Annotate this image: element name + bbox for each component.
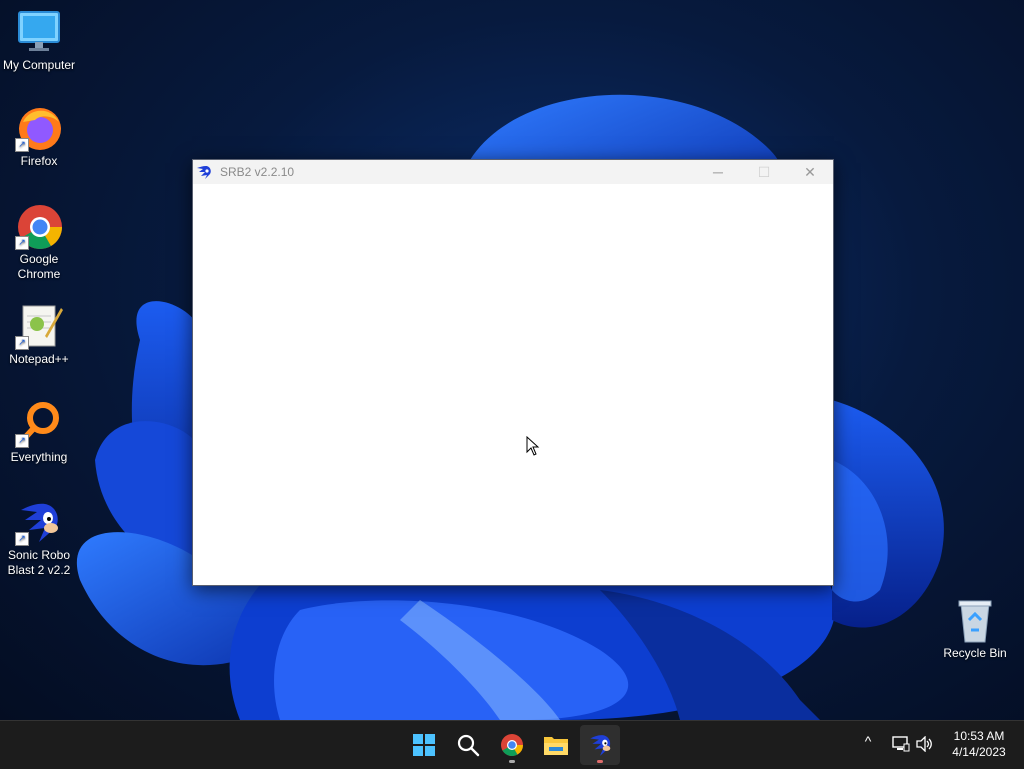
- desktop-icon-label: Recycle Bin: [943, 646, 1007, 660]
- monitor-icon: [15, 8, 63, 56]
- window-title: SRB2 v2.2.10: [220, 165, 295, 179]
- running-indicator: [597, 760, 603, 763]
- desktop-icon-label: Sonic Robo Blast 2 v2.2: [7, 548, 71, 577]
- mouse-cursor-icon: [526, 436, 540, 456]
- desktop-icon-label: Firefox: [20, 154, 58, 168]
- start-icon: [413, 734, 435, 756]
- shortcut-arrow-icon: ↗: [15, 336, 29, 350]
- shortcut-arrow-icon: ↗: [15, 532, 29, 546]
- shortcut-arrow-icon: ↗: [15, 236, 29, 250]
- start-button[interactable]: [404, 725, 444, 765]
- clock-time: 10:53 AM: [953, 729, 1005, 743]
- minimize-button[interactable]: ─: [695, 160, 741, 184]
- desktop-icon-my-computer[interactable]: My Computer: [0, 8, 78, 73]
- notepadpp-icon: ↗: [15, 302, 63, 350]
- show-hidden-icons-button[interactable]: ^: [858, 733, 878, 749]
- sonic-icon: [197, 166, 211, 179]
- everything-icon: ↗: [15, 400, 63, 448]
- sonic-icon: ↗: [15, 498, 63, 546]
- close-button[interactable]: ✕: [787, 160, 833, 184]
- desktop-icon-firefox[interactable]: ↗ Firefox: [0, 104, 78, 169]
- running-indicator: [509, 760, 515, 763]
- volume-icon[interactable]: [916, 736, 934, 752]
- search-button[interactable]: [448, 725, 488, 765]
- desktop-icon-everything[interactable]: ↗ Everything: [0, 400, 78, 465]
- window-client-area[interactable]: [193, 184, 833, 585]
- clock-date: 4/14/2023: [952, 745, 1006, 759]
- desktop-icon-label: Google Chrome: [17, 252, 61, 281]
- desktop-icon-google-chrome[interactable]: ↗ Google Chrome: [0, 202, 78, 282]
- taskbar-chrome-button[interactable]: [492, 725, 532, 765]
- chrome-icon: [501, 734, 523, 756]
- search-icon: [457, 734, 480, 757]
- file-explorer-icon: [544, 737, 568, 755]
- desktop-icon-notepadpp[interactable]: ↗ Notepad++: [0, 302, 78, 367]
- shortcut-arrow-icon: ↗: [15, 138, 29, 152]
- desktop-icon-label: My Computer: [2, 58, 76, 72]
- desktop-icon-label: Notepad++: [9, 352, 69, 366]
- taskbar-file-explorer-button[interactable]: [536, 725, 576, 765]
- sonic-icon: [590, 735, 611, 756]
- shortcut-arrow-icon: ↗: [15, 434, 29, 448]
- taskbar: ^: [0, 720, 1024, 769]
- maximize-button[interactable]: ☐: [741, 160, 787, 184]
- srb2-window[interactable]: SRB2 v2.2.10 ─ ☐ ✕: [192, 159, 834, 586]
- network-icon[interactable]: [892, 736, 910, 752]
- window-titlebar[interactable]: SRB2 v2.2.10 ─ ☐ ✕: [193, 160, 833, 184]
- recycle-bin-icon: [951, 596, 999, 644]
- desktop-icon-label: Everything: [10, 450, 68, 464]
- taskbar-srb2-button[interactable]: [580, 725, 620, 765]
- taskbar-clock[interactable]: 10:53 AM 4/14/2023: [940, 728, 1018, 760]
- chrome-icon: ↗: [15, 202, 63, 250]
- firefox-icon: ↗: [15, 104, 63, 152]
- desktop-icon-recycle-bin[interactable]: Recycle Bin: [936, 596, 1014, 661]
- desktop-icon-sonic-robo-blast-2[interactable]: ↗ Sonic Robo Blast 2 v2.2: [0, 498, 78, 578]
